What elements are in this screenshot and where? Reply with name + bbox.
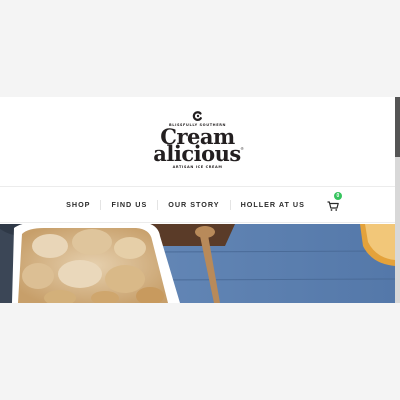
main-nav: SHOP FIND US OUR STORY HOLLER AT US 0 xyxy=(0,187,395,222)
nav-item-find-us[interactable]: FIND US xyxy=(101,200,157,209)
scrollbar-thumb[interactable] xyxy=(395,97,400,157)
site-logo[interactable]: BLISSFULLY SOUTHERN Cream alicious ® ART… xyxy=(0,110,395,169)
hero-photo-cobbler xyxy=(0,224,395,303)
site-viewport: BLISSFULLY SOUTHERN Cream alicious ® ART… xyxy=(0,97,400,303)
nav-item-holler-at-us[interactable]: HOLLER AT US xyxy=(231,200,315,209)
hero-image xyxy=(0,224,395,303)
nav-item-shop[interactable]: SHOP xyxy=(56,200,100,209)
shopping-cart-icon xyxy=(327,200,339,211)
cream-swirl-icon xyxy=(192,111,202,121)
cart-count-badge: 0 xyxy=(333,191,342,200)
cart-button[interactable]: 0 xyxy=(327,191,342,211)
trademark-symbol: ® xyxy=(240,146,244,151)
nav-item-our-story[interactable]: OUR STORY xyxy=(158,200,229,209)
logo-tagline-bottom: ARTISAN ICE CREAM xyxy=(172,165,223,169)
nav-divider xyxy=(0,222,395,223)
logo-word-alicious: alicious xyxy=(153,141,241,166)
page-scrollbar[interactable] xyxy=(395,97,400,303)
